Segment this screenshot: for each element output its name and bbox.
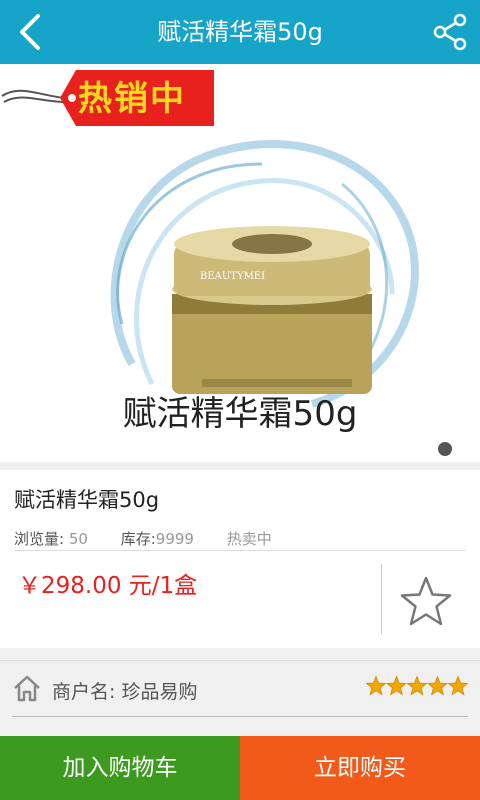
rating-star xyxy=(365,675,387,696)
stock-value: 9999 xyxy=(155,530,194,548)
chevron-left-icon xyxy=(20,14,40,50)
rating-star xyxy=(385,675,408,696)
merchant-name: 商户名: 珍品易购 xyxy=(52,681,198,703)
product-stats: 浏览量: 50 库存:9999 热卖中 xyxy=(14,528,272,549)
stock-label: 库存: xyxy=(120,530,156,548)
product-info-panel: 赋活精华霜50g 浏览量: 50 库存:9999 热卖中 ￥298.00 元/1… xyxy=(0,470,480,648)
divider xyxy=(381,564,382,634)
share-button[interactable] xyxy=(428,10,472,54)
banner-caption: 赋活精华霜50g xyxy=(122,394,358,434)
views-label: 浏览量: xyxy=(14,530,65,548)
app-header: 赋活精华霜50g xyxy=(0,0,480,64)
product-name: 赋活精华霜50g xyxy=(14,488,160,512)
action-bar: 加入购物车 立即购买 xyxy=(0,736,480,800)
stock-stat: 库存:9999 xyxy=(121,530,194,548)
buy-now-button[interactable]: 立即购买 xyxy=(240,736,480,800)
divider xyxy=(14,550,466,551)
product-image-carousel[interactable]: 热销中 BEAUTYMEI 赋活精华霜50g xyxy=(0,64,480,462)
favorite-button[interactable] xyxy=(398,574,454,630)
rating-star xyxy=(426,675,449,696)
product-brand-label: BEAUTYMEI xyxy=(200,271,266,282)
rating-stars xyxy=(365,675,469,696)
views-value: 50 xyxy=(68,530,88,548)
views-stat: 浏览量: 50 xyxy=(14,530,88,548)
product-price: ￥298.00 元/1盒 xyxy=(18,573,198,599)
back-button[interactable] xyxy=(8,8,56,56)
page-title: 赋活精华霜50g xyxy=(157,18,323,46)
add-to-cart-button[interactable]: 加入购物车 xyxy=(0,736,240,800)
hot-sale-label: 热销中 xyxy=(78,79,186,119)
rating-star xyxy=(406,675,428,696)
divider xyxy=(0,660,480,661)
carousel-page-indicator[interactable] xyxy=(438,442,452,456)
sale-status: 热卖中 xyxy=(226,530,272,548)
divider xyxy=(12,716,468,717)
home-icon xyxy=(14,675,40,702)
star-outline-icon xyxy=(400,576,452,626)
share-icon xyxy=(433,13,467,51)
rating-star xyxy=(447,675,469,696)
merchant-rating xyxy=(365,675,469,702)
merchant-row[interactable]: 商户名: 珍品易购 xyxy=(0,660,480,732)
